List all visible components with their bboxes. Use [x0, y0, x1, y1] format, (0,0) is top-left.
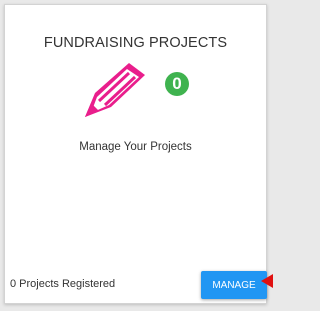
arrow-icon	[261, 274, 273, 288]
manage-button[interactable]: MANAGE	[201, 271, 267, 299]
pencil-icon	[85, 63, 145, 117]
card-title: FUNDRAISING PROJECTS	[43, 35, 228, 51]
fundraising-projects-card: FUNDRAISING PROJECTS 0 Manage Your Proje…	[4, 4, 267, 304]
project-count-badge: 0	[165, 72, 189, 96]
card-subtitle: Manage Your Projects	[79, 141, 192, 153]
projects-registered-count: 0 Projects Registered	[10, 278, 116, 290]
